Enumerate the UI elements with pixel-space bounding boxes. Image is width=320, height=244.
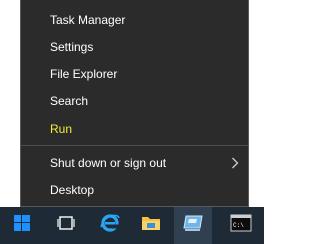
file-explorer-button[interactable]: [132, 207, 170, 244]
menu-item-task-manager[interactable]: Task Manager: [21, 7, 248, 33]
menu-separator: [21, 145, 248, 146]
internet-explorer-icon: [99, 212, 121, 239]
server-manager-icon: [182, 214, 204, 237]
menu-item-run[interactable]: Run: [21, 116, 248, 142]
menu-item-label: Shut down or sign out: [50, 156, 167, 170]
menu-item-file-explorer[interactable]: File Explorer: [21, 61, 248, 87]
power-user-menu: Task Manager Settings File Explorer Sear…: [20, 0, 249, 207]
menu-item-label: Task Manager: [50, 13, 126, 27]
task-view-icon: [57, 216, 75, 235]
start-button[interactable]: [0, 207, 44, 244]
file-explorer-icon: [141, 214, 161, 237]
server-manager-button[interactable]: [174, 207, 212, 244]
menu-item-search[interactable]: Search: [21, 88, 248, 114]
taskbar: C:\: [0, 207, 264, 244]
chevron-right-icon: [228, 150, 242, 176]
internet-explorer-button[interactable]: [91, 207, 129, 244]
menu-item-desktop[interactable]: Desktop: [21, 177, 248, 203]
windows-start-icon: [14, 215, 30, 236]
task-view-button[interactable]: [47, 207, 85, 244]
command-prompt-icon: C:\: [230, 213, 252, 238]
command-prompt-button[interactable]: C:\: [222, 207, 260, 244]
menu-item-label: Desktop: [50, 183, 95, 197]
menu-item-label: File Explorer: [50, 67, 118, 81]
svg-text:C:\: C:\: [233, 222, 244, 229]
menu-item-shut-down-or-sign-out[interactable]: Shut down or sign out: [21, 150, 248, 176]
menu-item-settings[interactable]: Settings: [21, 34, 248, 60]
menu-item-label: Run: [50, 122, 73, 136]
menu-item-label: Settings: [50, 40, 94, 54]
menu-item-label: Search: [50, 94, 89, 108]
